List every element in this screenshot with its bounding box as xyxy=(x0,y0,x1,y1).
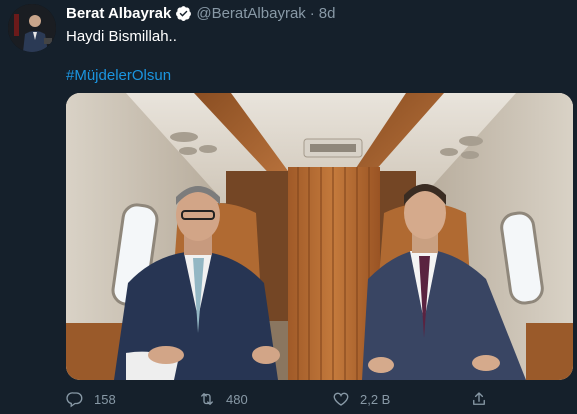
share-icon xyxy=(473,392,485,405)
like-count: 2,2 B xyxy=(360,391,391,407)
tweet-text: Haydi Bismillah.. xyxy=(66,28,177,45)
retweet-count: 480 xyxy=(226,391,248,407)
retweet-icon xyxy=(201,393,213,405)
tweet-header: Berat Albayrak @BeratAlbayrak · 8d xyxy=(66,5,335,22)
verified-badge-icon xyxy=(175,5,192,22)
avatar-image xyxy=(8,4,56,52)
retweet-button[interactable]: 480 xyxy=(198,390,248,408)
author-handle[interactable]: @BeratAlbayrak xyxy=(196,5,305,22)
reply-icon xyxy=(66,392,83,408)
share-button[interactable] xyxy=(470,390,488,408)
author-name[interactable]: Berat Albayrak xyxy=(66,5,171,22)
heart-icon xyxy=(333,392,349,406)
tweet-card[interactable]: Berat Albayrak @BeratAlbayrak · 8d Haydi… xyxy=(0,0,577,414)
tweet-actions: 158 480 2,2 B xyxy=(66,390,566,412)
reply-button[interactable]: 158 xyxy=(66,390,116,408)
tweet-photo[interactable] xyxy=(66,93,573,380)
like-button[interactable]: 2,2 B xyxy=(332,390,390,408)
photo-jet-cabin xyxy=(66,93,573,380)
reply-count: 158 xyxy=(94,391,116,407)
avatar[interactable] xyxy=(8,4,56,52)
separator-dot: · xyxy=(309,5,315,22)
hashtag-link[interactable]: #MüjdelerOlsun xyxy=(66,66,171,86)
tweet-timestamp[interactable]: 8d xyxy=(319,5,336,22)
